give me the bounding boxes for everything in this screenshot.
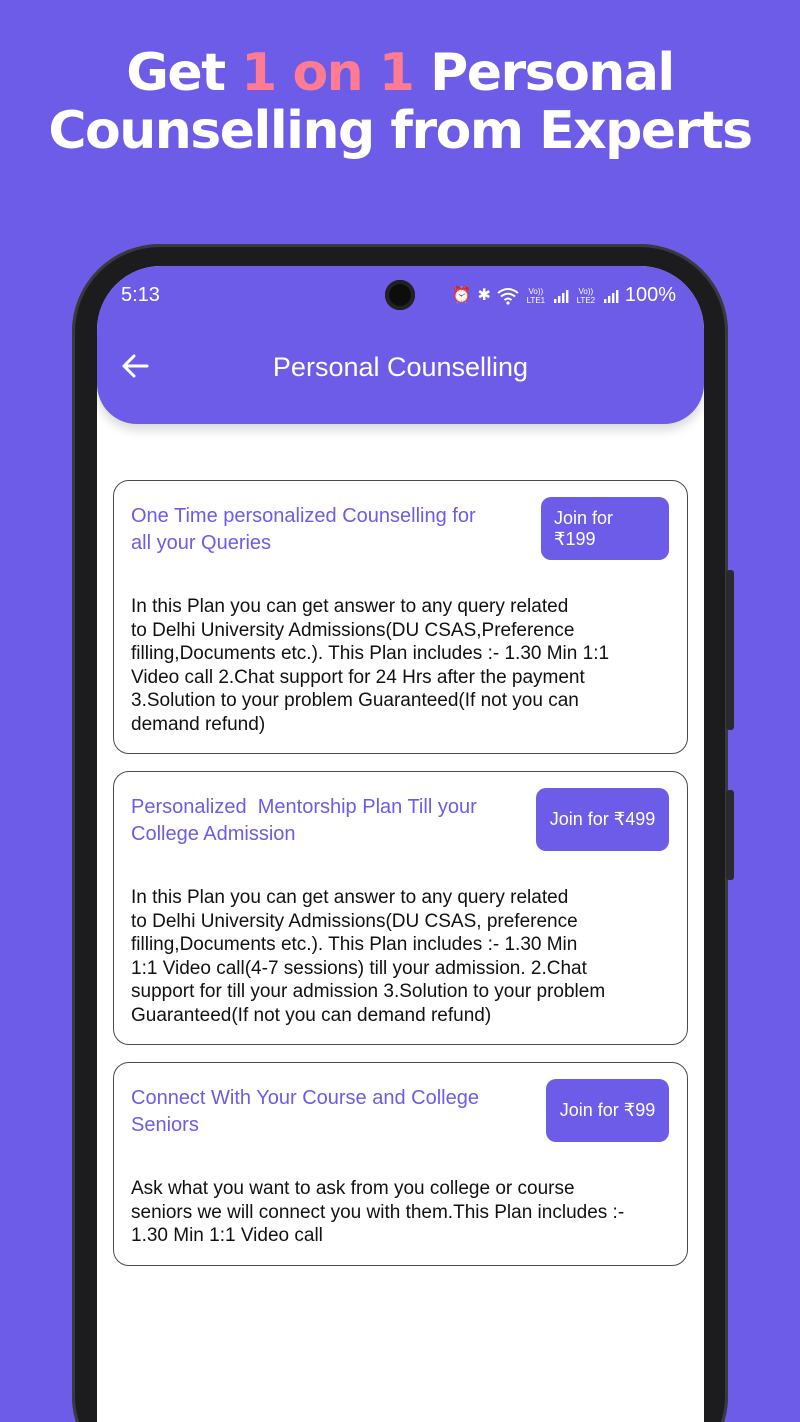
desc-line: support for till your admission 3.Soluti… [131,981,606,1002]
plan-title-line: Connect With Your Course and College [131,1087,479,1109]
headline-accent: 1 on 1 [241,43,415,103]
desc-line: filling,Documents etc.). This Plan inclu… [131,643,610,664]
plan-title: Personalized Mentorship Plan Till your C… [131,794,477,848]
headline-text: Get [126,43,242,103]
status-icons: ⏰ ✱ Vo)) LTE1 Vo)) LTE2 100% [452,284,676,307]
desc-line: 3.Solution to your problem Guaranteed(If… [131,690,579,711]
plan-title-line: College Admission [131,823,296,845]
plan-title: Connect With Your Course and College Sen… [131,1085,479,1139]
wifi-icon [497,287,519,305]
plan-description: Ask what you want to ask from you colleg… [131,1177,624,1248]
desc-line: Ask what you want to ask from you colleg… [131,1178,575,1199]
promo-headline: Get 1 on 1 Personal Counselling from Exp… [0,44,800,160]
front-camera [385,280,415,310]
desc-line: In this Plan you can get answer to any q… [131,887,569,908]
desc-line: demand refund) [131,713,266,735]
plan-card: Personalized Mentorship Plan Till your C… [113,771,688,1045]
join-plan-button[interactable]: Join for ₹199 [541,497,669,560]
plan-title: One Time personalized Counselling for al… [131,503,476,557]
plan-title-line: Personalized Mentorship Plan Till your [131,796,477,818]
signal-icon [553,289,569,303]
battery-level: 100% [624,284,676,306]
sim2-label: Vo)) LTE2 [576,286,596,305]
sim1-label: Vo)) LTE1 [526,286,546,305]
desc-line: Video call 2.Chat support for 24 Hrs aft… [131,666,585,688]
headline-text: Personal [413,43,675,103]
desc-line: seniors we will connect you with them.Th… [131,1201,625,1223]
desc-line: to Delhi University Admissions(DU CSAS, … [131,910,578,932]
desc-line: 1:1 Video call(4-7 sessions) till your a… [131,957,587,979]
alarm-icon: ⏰ [451,286,472,304]
phone-volume-button [726,570,734,730]
desc-line: filling,Documents etc.). This Plan inclu… [131,934,578,955]
plan-title-line: One Time personalized Counselling for [131,505,476,527]
page-title: Personal Counselling [272,352,529,382]
phone-power-button [726,790,734,880]
promo-headline-line2: Counselling from Experts [48,101,753,161]
plan-title-line: all your Queries [131,532,272,554]
phone-screen: 5:13 ⏰ ✱ Vo)) LTE1 Vo)) LTE2 100% Person… [97,266,704,1422]
join-plan-button[interactable]: Join for ₹99 [546,1079,669,1142]
signal-icon [603,289,619,303]
bluetooth-icon: ✱ [477,286,491,304]
plan-title-line: Seniors [131,1114,199,1136]
plan-description: In this Plan you can get answer to any q… [131,886,605,1027]
plan-card: Connect With Your Course and College Sen… [113,1062,688,1266]
promo-headline-line1: Get 1 on 1 Personal [0,44,800,102]
status-time: 5:13 [121,284,160,306]
join-plan-button[interactable]: Join for ₹499 [536,788,669,851]
plan-card: One Time personalized Counselling for al… [113,480,688,754]
desc-line: 1.30 Min 1:1 Video call [131,1225,323,1246]
app-bar: 5:13 ⏰ ✱ Vo)) LTE1 Vo)) LTE2 100% Person… [97,266,704,424]
desc-line: In this Plan you can get answer to any q… [131,596,569,617]
plan-description: In this Plan you can get answer to any q… [131,595,609,736]
desc-line: Guaranteed(If not you can demand refund) [131,1004,492,1026]
desc-line: to Delhi University Admissions(DU CSAS,P… [131,619,575,641]
